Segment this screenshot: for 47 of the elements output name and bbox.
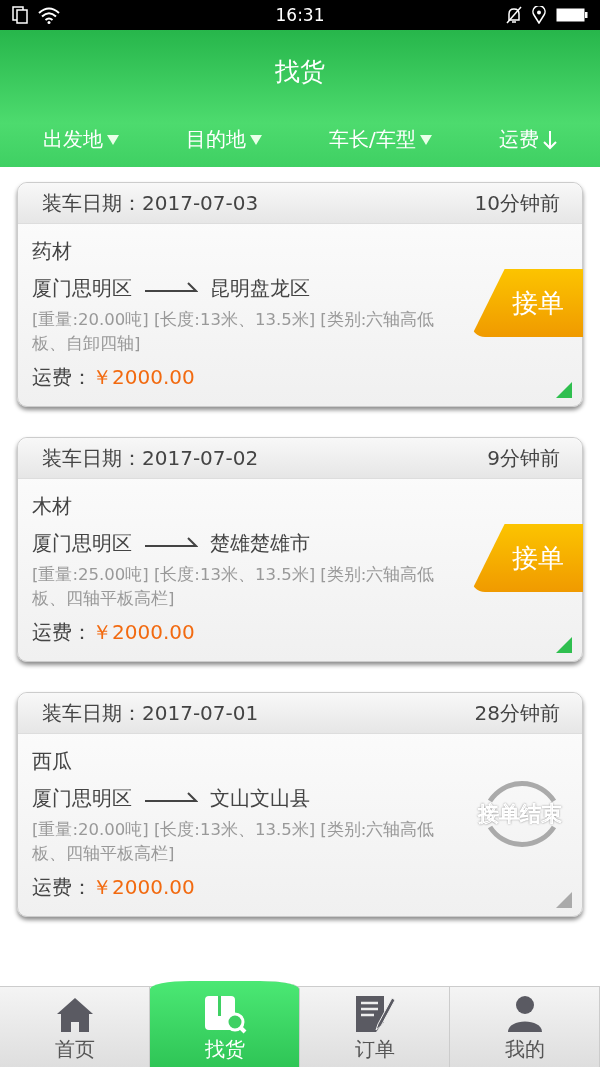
time-ago: 28分钟前 [474,699,560,727]
fee-label: 运费： [32,874,92,901]
nav-tab[interactable]: 找货 [150,981,300,1067]
nav-tab[interactable]: 首页 [0,987,150,1067]
fee-amount: ￥2000.00 [92,874,195,901]
origin: 厦门思明区 [32,275,132,302]
dropdown-triangle-icon [250,134,263,145]
fee-label: 运费： [32,619,92,646]
wifi-icon [38,6,60,24]
destination: 楚雄楚雄市 [210,530,310,557]
origin: 厦门思明区 [32,530,132,557]
cargo-name: 木材 [32,493,73,520]
dropdown-triangle-icon [107,134,120,145]
order-card[interactable]: 装车日期：2017-07-03 10分钟前 药材 厦门思明区 昆明盘龙区 [重量:20.00吨] [长度:13米、13.5米] [类别:六轴高低板、自卸四轴] 运费：￥2000.00 接单 [17,182,583,407]
box-search-icon [202,994,247,1034]
filter-button[interactable]: 车长/车型 [329,126,432,153]
loading-date: 装车日期：2017-07-03 [42,189,259,217]
nav-tab[interactable]: 我的 [450,987,600,1067]
fee-amount: ￥2000.00 [92,619,195,646]
destination: 文山文山县 [210,785,310,812]
cargo-details: [重量:25.00吨] [长度:13米、13.5米] [类别:六轴高低板、四轴平板高栏] [32,564,436,610]
time-ago: 10分钟前 [474,189,560,217]
destination: 昆明盘龙区 [210,275,310,302]
filter-button[interactable]: 运费 [498,126,557,153]
nav-tab[interactable]: 订单 [300,987,450,1067]
cargo-name: 西瓜 [32,748,73,775]
sim-icon [12,6,28,24]
clock: 16:31 [275,5,325,25]
loading-date: 装车日期：2017-07-01 [42,699,259,727]
time-ago: 9分钟前 [487,444,560,472]
fee-label: 运费： [32,364,92,391]
filter-button[interactable]: 目的地 [186,126,263,153]
page-title: 找货 [275,55,325,88]
battery-icon [556,8,588,22]
filter-button[interactable]: 出发地 [43,126,120,153]
down-arrow-icon [542,129,557,150]
dropdown-triangle-icon [419,134,432,145]
fee-amount: ￥2000.00 [92,364,195,391]
note-icon [353,994,396,1034]
loading-date: 装车日期：2017-07-02 [42,444,259,472]
location-icon [532,6,546,24]
order-card[interactable]: 装车日期：2017-07-02 9分钟前 木材 厦门思明区 楚雄楚雄市 [重量:25.00吨] [长度:13米、13.5米] [类别:六轴高低板、四轴平板高栏] 运费：￥2000.00 接单 [17,437,583,662]
cargo-details: [重量:20.00吨] [长度:13米、13.5米] [类别:六轴高低板、四轴平板高栏] [32,819,436,865]
cargo-details: [重量:20.00吨] [长度:13米、13.5米] [类别:六轴高低板、自卸四轴] [32,309,436,355]
bell-off-icon [506,6,522,24]
origin: 厦门思明区 [32,785,132,812]
cargo-name: 药材 [32,238,73,265]
